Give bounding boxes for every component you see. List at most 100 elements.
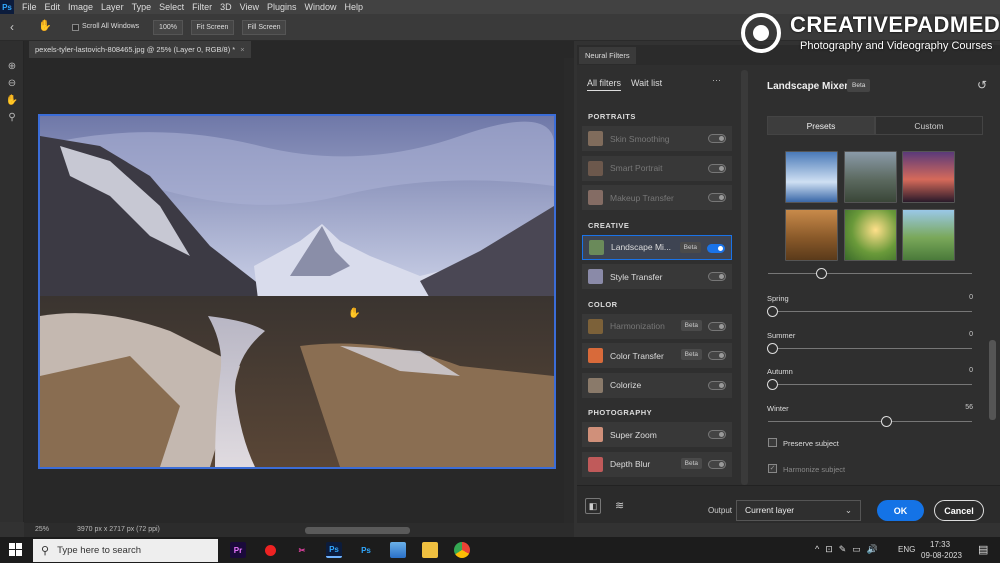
reset-icon[interactable]: ↺	[977, 78, 987, 92]
taskbar: ⚲ Type here to search Pr ✂ Ps Ps ^⊡✎▭🔊 E…	[0, 537, 1000, 563]
compare-icon[interactable]: ◧	[585, 498, 601, 514]
filter-toggle[interactable]	[708, 459, 726, 469]
settings-scrollbar[interactable]	[989, 340, 996, 420]
tab-custom[interactable]: Custom	[875, 116, 983, 135]
filter-item-colorize[interactable]: Colorize	[582, 372, 732, 398]
preset-thumbnail[interactable]	[844, 209, 897, 261]
menu-type[interactable]: Type	[128, 0, 156, 14]
filter-toggle[interactable]	[708, 351, 726, 360]
menu-edit[interactable]: Edit	[41, 0, 65, 14]
tab-all-filters[interactable]: All filters	[587, 78, 622, 91]
recorder-icon[interactable]	[262, 542, 278, 558]
slider-value-summer: 0	[969, 330, 973, 338]
slider-handle-winter[interactable]	[881, 415, 893, 427]
watermark-logo-icon	[741, 13, 781, 53]
tab-wait-list[interactable]: Wait list	[631, 78, 662, 88]
slider-track-autumn[interactable]	[768, 384, 972, 385]
chrome-icon[interactable]	[454, 542, 470, 558]
back-arrow-icon[interactable]: ‹	[10, 20, 14, 34]
app-icon[interactable]	[390, 542, 406, 558]
snipping-tool-icon[interactable]: ✂	[294, 542, 310, 558]
preset-thumbnail[interactable]	[902, 209, 955, 261]
fill-screen-button[interactable]: Fill Screen	[242, 20, 286, 35]
canvas-horizontal-scrollbar[interactable]	[305, 527, 410, 534]
zoom-100-button[interactable]: 100%	[153, 20, 183, 35]
filter-item-landscape-mi[interactable]: Landscape Mi... Beta	[582, 234, 732, 260]
cancel-button[interactable]: Cancel	[934, 500, 984, 521]
tab-presets[interactable]: Presets	[767, 116, 875, 135]
slider-handle-spring[interactable]	[767, 306, 778, 317]
strength-slider-handle[interactable]	[816, 268, 828, 279]
document-image[interactable]: ✋	[38, 114, 556, 469]
preset-thumbnail[interactable]	[785, 209, 838, 261]
slider-handle-summer[interactable]	[767, 342, 778, 354]
filter-item-smart-portrait[interactable]: Smart Portrait	[582, 155, 732, 181]
checkbox-preserve-subject[interactable]	[768, 438, 777, 447]
document-tab[interactable]: pexels-tyler-lastovich-808465.jpg @ 25% …	[29, 41, 251, 58]
menu-view[interactable]: View	[236, 0, 263, 14]
file-explorer-icon[interactable]	[422, 542, 438, 558]
filter-item-skin-smoothing[interactable]: Skin Smoothing	[582, 126, 732, 151]
slider-handle-autumn[interactable]	[767, 379, 778, 390]
slider-track-winter[interactable]	[768, 420, 972, 422]
slider-value-winter: 56	[965, 403, 973, 411]
canvas-vertical-scrollbar[interactable]	[564, 58, 574, 523]
notifications-icon[interactable]: ▤	[978, 543, 988, 556]
layers-icon[interactable]: ≋	[615, 499, 624, 512]
slider-track-spring[interactable]	[768, 311, 972, 312]
filter-toggle[interactable]	[708, 321, 726, 331]
menu-file[interactable]: File	[18, 0, 41, 14]
filter-toggle[interactable]	[708, 163, 726, 173]
menu-window[interactable]: Window	[301, 0, 341, 14]
menu-layer[interactable]: Layer	[97, 0, 128, 14]
filter-item-makeup-transfer[interactable]: Makeup Transfer	[582, 185, 732, 210]
menu-select[interactable]: Select	[155, 0, 188, 14]
more-options-icon[interactable]: ···	[712, 75, 721, 85]
photoshop-alt-icon[interactable]: Ps	[358, 542, 374, 558]
system-tray-icons[interactable]: ^⊡✎▭🔊	[815, 544, 884, 555]
filter-toggle[interactable]	[708, 193, 726, 202]
menu-plugins[interactable]: Plugins	[263, 0, 301, 14]
filter-label: Depth Blur	[610, 459, 651, 469]
scroll-all-windows-label: Scroll All Windows	[82, 23, 140, 30]
landscape-image	[40, 116, 554, 467]
taskbar-search[interactable]: ⚲ Type here to search	[33, 539, 218, 562]
filter-toggle[interactable]	[708, 134, 726, 143]
preset-thumbnail[interactable]	[902, 151, 955, 203]
preset-thumbnail[interactable]	[844, 151, 897, 203]
premiere-pro-icon[interactable]: Pr	[230, 542, 246, 558]
output-select[interactable]: Current layer ⌄	[736, 500, 861, 521]
windows-start-icon[interactable]	[9, 543, 22, 556]
filter-item-depth-blur[interactable]: Depth Blur Beta	[582, 451, 732, 477]
magnifier-icon[interactable]: ⚲	[5, 110, 19, 124]
hand-tool-icon[interactable]: ✋	[38, 19, 54, 35]
menu-filter[interactable]: Filter	[188, 0, 216, 14]
filter-toggle[interactable]	[708, 272, 726, 281]
slider-track-summer[interactable]	[768, 347, 972, 349]
filter-toggle[interactable]	[707, 243, 725, 253]
filter-item-style-transfer[interactable]: Style Transfer	[582, 264, 732, 289]
fit-screen-button[interactable]: Fit Screen	[191, 20, 234, 35]
language-indicator[interactable]: ENG	[898, 545, 915, 554]
zoom-in-icon[interactable]: ⊕	[5, 59, 19, 73]
filters-scrollbar[interactable]	[741, 70, 748, 485]
photoshop-icon[interactable]: Ps	[326, 542, 342, 558]
strength-slider-track[interactable]	[768, 273, 972, 274]
filter-toggle[interactable]	[708, 430, 726, 439]
filter-item-harmonization[interactable]: Harmonization Beta	[582, 313, 732, 339]
filter-item-super-zoom[interactable]: Super Zoom	[582, 422, 732, 447]
zoom-out-icon[interactable]: ⊖	[5, 76, 19, 90]
filter-toggle[interactable]	[708, 380, 726, 390]
status-bar: 25% 3970 px x 2717 px (72 ppi)	[24, 523, 574, 537]
close-tab-icon[interactable]: ×	[240, 45, 244, 54]
hand-icon[interactable]: ✋	[5, 93, 19, 107]
menu-image[interactable]: Image	[64, 0, 97, 14]
filter-thumbnail-icon	[588, 190, 603, 205]
menu-3d[interactable]: 3D	[216, 0, 236, 14]
ok-button[interactable]: OK	[877, 500, 924, 521]
scroll-all-windows-checkbox[interactable]	[72, 24, 79, 31]
menu-help[interactable]: Help	[341, 0, 368, 14]
checkbox-harmonize-subject[interactable]: ✓	[768, 464, 777, 473]
filter-item-color-transfer[interactable]: Color Transfer Beta	[582, 343, 732, 368]
preset-thumbnail[interactable]	[785, 151, 838, 203]
